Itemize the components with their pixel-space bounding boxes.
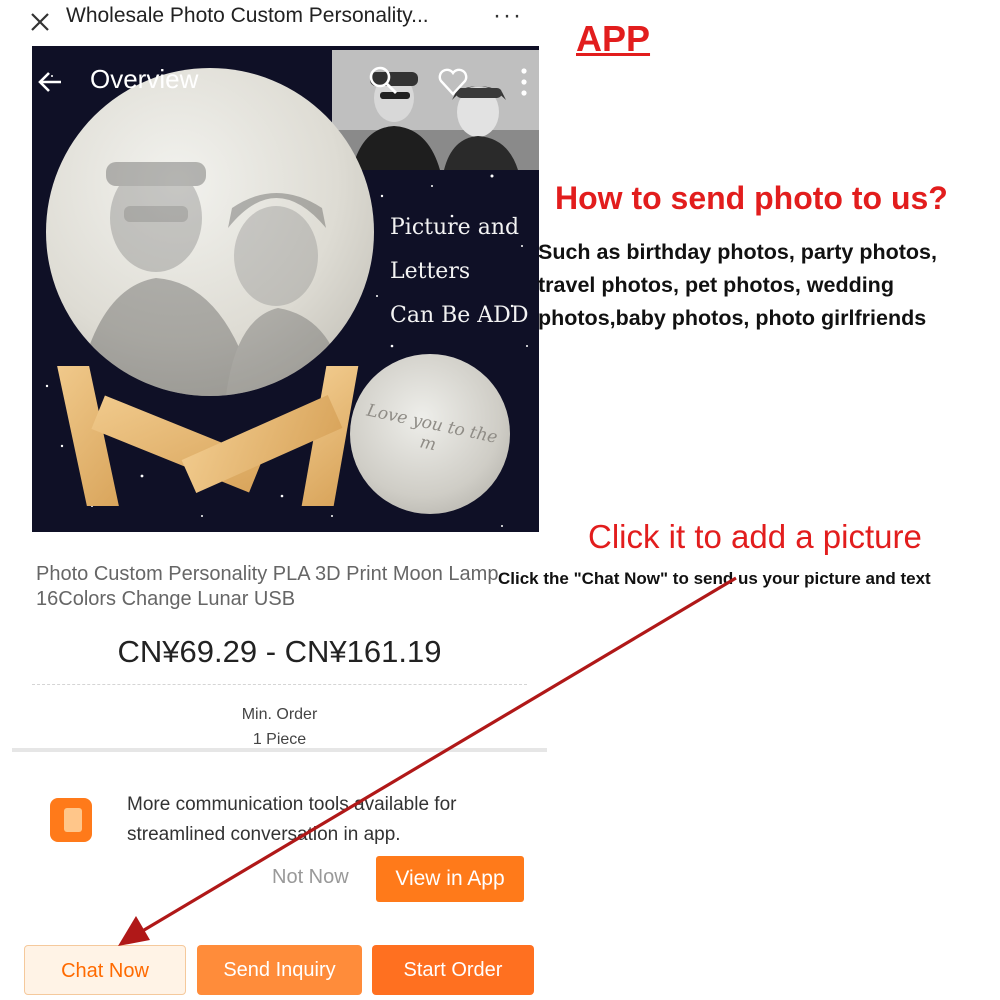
not-now-button[interactable]: Not Now [272, 866, 349, 889]
more-horizontal-icon[interactable]: ··· [493, 2, 523, 30]
app-prompt-card: More communication tools available for s… [12, 752, 547, 932]
window-title: Wholesale Photo Custom Personality... [66, 4, 429, 27]
moon-lamp-photo [46, 68, 374, 396]
how-to-heading: How to send photo to us? [555, 180, 948, 216]
moon-engraving: Love you to the m [364, 400, 500, 456]
heart-icon[interactable] [437, 66, 469, 98]
view-in-app-button[interactable]: View in App [376, 856, 524, 902]
caption-line: Picture and [390, 215, 520, 240]
top-bar: Wholesale Photo Custom Personality... ··… [12, 0, 547, 44]
examples-line: Such as birthday photos, party photos, [538, 240, 937, 264]
app-label: APP [576, 18, 651, 59]
price-range: CN¥69.29 - CN¥161.19 [117, 634, 442, 669]
phone-screen: Wholesale Photo Custom Personality... ··… [12, 0, 547, 1000]
arrow-left-icon[interactable] [34, 66, 66, 98]
more-vertical-icon[interactable] [517, 66, 531, 98]
gallery-caption: Picture and Letters Can Be ADD [390, 206, 528, 338]
product-title: Photo Custom Personality PLA 3D Print Mo… [36, 563, 499, 610]
app-icon [50, 798, 92, 842]
moon-lamp-text: Love you to the m [350, 354, 510, 514]
caption-line: Can Be ADD [390, 303, 529, 328]
customer-photo [332, 50, 539, 170]
photo-examples: Such as birthday photos, party photos, t… [538, 236, 1000, 335]
chat-now-button[interactable]: Chat Now [24, 945, 186, 995]
click-instruction-heading: Click it to add a picture [588, 518, 922, 555]
caption-line: Letters [390, 259, 471, 284]
bottom-action-bar: Chat Now Send Inquiry Start Order [12, 940, 547, 1000]
app-prompt-text: More communication tools available for s… [127, 794, 457, 845]
min-order-label: Min. Order [241, 706, 318, 723]
close-icon[interactable] [26, 8, 54, 36]
product-gallery[interactable]: Love you to the m Picture and Letters Ca… [32, 46, 539, 532]
product-info: Photo Custom Personality PLA 3D Print Mo… [12, 540, 547, 750]
examples-line: travel photos, pet photos, wedding [538, 273, 894, 297]
gallery-title: Overview [90, 64, 199, 94]
divider [32, 684, 527, 685]
search-icon[interactable] [367, 64, 399, 96]
examples-line: photos,baby photos, photo girlfriends [538, 306, 927, 330]
start-order-button[interactable]: Start Order [372, 945, 534, 995]
min-order-value: 1 Piece [252, 731, 307, 748]
click-instruction-text: Click the "Chat Now" to send us your pic… [498, 569, 931, 588]
send-inquiry-button[interactable]: Send Inquiry [197, 945, 362, 995]
